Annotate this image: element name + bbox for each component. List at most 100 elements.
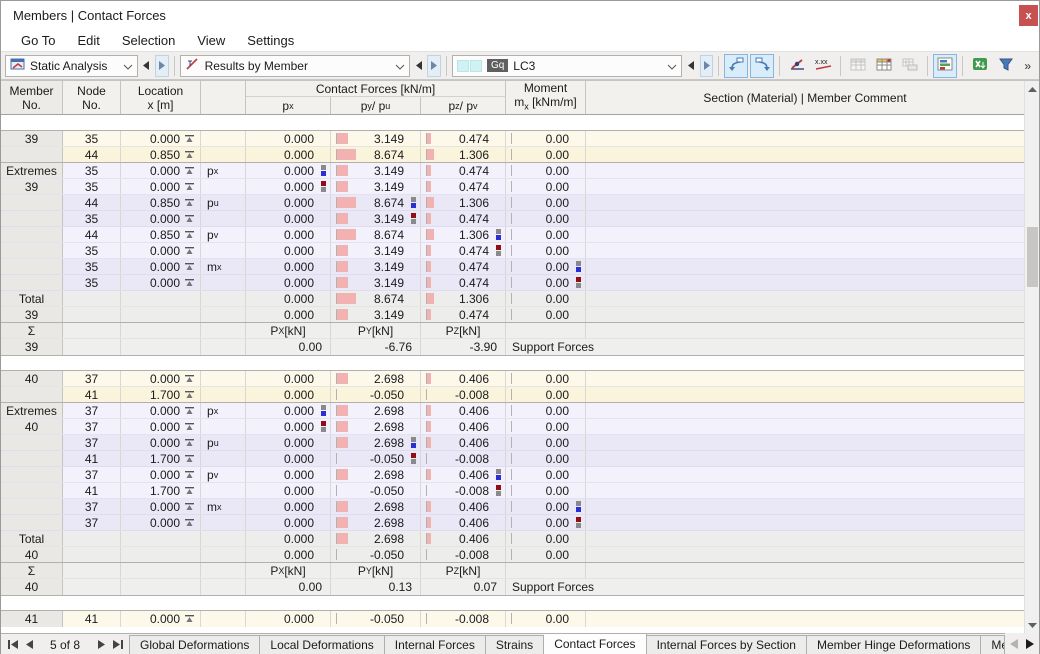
py-value-cell[interactable]: -0.050 xyxy=(331,547,421,562)
node-cell[interactable]: 44 xyxy=(63,195,121,210)
location-cell[interactable]: 0.000 xyxy=(121,131,201,146)
mx-value-cell[interactable]: 0.00 xyxy=(506,467,586,482)
mx-value-cell[interactable]: 0.00 xyxy=(506,611,586,627)
member-cell[interactable]: 39 xyxy=(1,131,63,146)
mx-value-cell[interactable]: 0.00 xyxy=(506,211,586,226)
parameter-cell[interactable] xyxy=(201,371,246,386)
location-cell[interactable] xyxy=(121,339,201,355)
next-table-button[interactable] xyxy=(93,637,108,653)
section-cell[interactable] xyxy=(586,147,1024,162)
analysis-type-combo[interactable]: Static Analysis xyxy=(5,54,138,77)
pz-value-cell[interactable]: 0.474 xyxy=(421,275,506,290)
section-cell[interactable] xyxy=(586,259,1024,274)
jump-next-table-button[interactable] xyxy=(750,53,775,78)
px-value-cell[interactable]: 0.000 xyxy=(246,547,331,562)
section-cell[interactable] xyxy=(586,387,1024,402)
member-cell[interactable] xyxy=(1,483,63,498)
load-case-next-button[interactable] xyxy=(699,54,714,77)
py-value-cell[interactable]: 8.674 xyxy=(331,147,421,162)
mx-value-cell[interactable]: 0.00 xyxy=(506,531,586,546)
py-value-cell[interactable]: 3.149 xyxy=(331,131,421,146)
mx-value-cell[interactable]: 0.00 xyxy=(506,499,586,514)
section-cell[interactable] xyxy=(586,403,1024,418)
node-cell[interactable]: 35 xyxy=(63,259,121,274)
px-value-cell[interactable]: 0.000 xyxy=(246,435,331,450)
px-value-cell[interactable]: 0.000 xyxy=(246,467,331,482)
menu-item-selection[interactable]: Selection xyxy=(112,31,185,50)
section-cell[interactable] xyxy=(586,195,1024,210)
mx-value-cell[interactable]: 0.00 xyxy=(506,291,586,306)
parameter-cell[interactable] xyxy=(201,579,246,595)
px-value-cell[interactable]: 0.000 xyxy=(246,227,331,242)
mx-value-cell[interactable]: 0.00 xyxy=(506,227,586,242)
parameter-cell[interactable] xyxy=(201,211,246,226)
node-cell[interactable]: 35 xyxy=(63,179,121,194)
member-cell[interactable] xyxy=(1,467,63,482)
member-cell[interactable] xyxy=(1,227,63,242)
parameter-cell[interactable]: pu xyxy=(201,195,246,210)
pz-value-cell[interactable]: 0.406 xyxy=(421,467,506,482)
parameter-cell[interactable]: mx xyxy=(201,499,246,514)
member-cell[interactable]: 40 xyxy=(1,579,63,595)
member-cell[interactable] xyxy=(1,387,63,402)
parameter-cell[interactable] xyxy=(201,483,246,498)
parameter-cell[interactable] xyxy=(201,307,246,322)
node-cell[interactable]: 37 xyxy=(63,435,121,450)
last-table-button[interactable] xyxy=(110,637,125,653)
menu-item-settings[interactable]: Settings xyxy=(237,31,304,50)
parameter-cell[interactable] xyxy=(201,131,246,146)
px-value-cell[interactable]: 0.000 xyxy=(246,275,331,290)
analysis-previous-button[interactable] xyxy=(140,55,153,77)
member-cell[interactable] xyxy=(1,243,63,258)
member-cell[interactable] xyxy=(1,147,63,162)
location-cell[interactable]: 0.000 xyxy=(121,259,201,274)
px-value-cell[interactable]: 0.000 xyxy=(246,195,331,210)
results-mode-previous-button[interactable] xyxy=(412,55,425,77)
location-cell[interactable]: 0.000 xyxy=(121,179,201,194)
pz-value-cell[interactable]: -0.008 xyxy=(421,451,506,466)
node-cell[interactable] xyxy=(63,291,121,306)
px-value-cell[interactable]: 0.000 xyxy=(246,131,331,146)
member-cell[interactable]: Extremes xyxy=(1,163,63,178)
parameter-cell[interactable] xyxy=(201,547,246,562)
member-cell[interactable]: Σ xyxy=(1,563,63,578)
py-value-cell[interactable]: 3.149 xyxy=(331,179,421,194)
tab-internal-forces-by-section[interactable]: Internal Forces by Section xyxy=(646,635,807,654)
sum-value-pz[interactable]: 0.07 xyxy=(421,579,506,595)
menu-item-edit[interactable]: Edit xyxy=(67,31,109,50)
node-cell[interactable]: 37 xyxy=(63,467,121,482)
section-cell[interactable] xyxy=(586,419,1024,434)
mx-value-cell[interactable]: 0.00 xyxy=(506,307,586,322)
parameter-cell[interactable] xyxy=(201,243,246,258)
location-cell[interactable]: 0.000 xyxy=(121,435,201,450)
mx-value-cell[interactable]: 0.00 xyxy=(506,371,586,386)
mx-value-cell[interactable]: 0.00 xyxy=(506,259,586,274)
py-value-cell[interactable]: -0.050 xyxy=(331,483,421,498)
parameter-cell[interactable]: px xyxy=(201,163,246,178)
tab-local-deformations[interactable]: Local Deformations xyxy=(260,635,385,654)
section-cell[interactable] xyxy=(586,371,1024,386)
node-cell[interactable] xyxy=(63,323,121,338)
pz-value-cell[interactable]: 1.306 xyxy=(421,195,506,210)
node-cell[interactable]: 41 xyxy=(63,611,121,627)
member-cell[interactable]: 40 xyxy=(1,547,63,562)
py-value-cell[interactable]: -0.050 xyxy=(331,387,421,402)
pz-value-cell[interactable]: 0.406 xyxy=(421,499,506,514)
pz-value-cell[interactable]: 0.474 xyxy=(421,131,506,146)
location-cell[interactable]: 0.850 xyxy=(121,147,201,162)
location-cell[interactable]: 0.000 xyxy=(121,275,201,290)
px-value-cell[interactable]: 0.000 xyxy=(246,387,331,402)
member-cell[interactable]: 39 xyxy=(1,307,63,322)
px-value-cell[interactable]: 0.000 xyxy=(246,371,331,386)
px-value-cell[interactable]: 0.000 xyxy=(246,499,331,514)
results-mode-next-button[interactable] xyxy=(427,54,441,77)
mx-value-cell[interactable]: 0.00 xyxy=(506,403,586,418)
pz-value-cell[interactable]: 0.474 xyxy=(421,179,506,194)
member-cell[interactable]: 40 xyxy=(1,371,63,386)
py-value-cell[interactable]: 2.698 xyxy=(331,403,421,418)
scroll-up-arrow-icon[interactable] xyxy=(1025,81,1039,97)
tab-internal-forces[interactable]: Internal Forces xyxy=(384,635,486,654)
member-cell[interactable]: Total xyxy=(1,291,63,306)
py-value-cell[interactable]: 3.149 xyxy=(331,163,421,178)
node-cell[interactable]: 37 xyxy=(63,403,121,418)
